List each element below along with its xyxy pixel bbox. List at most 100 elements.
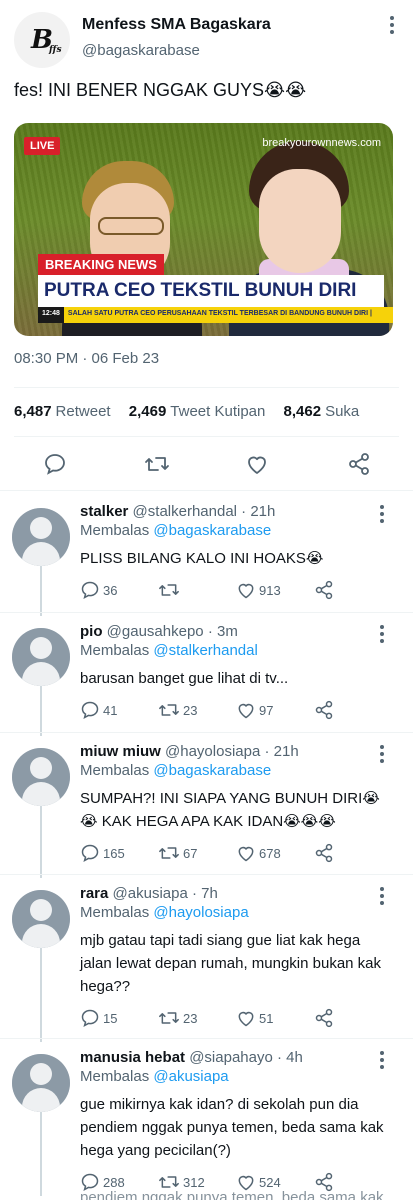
reply-display-name[interactable]: rara	[80, 885, 108, 902]
replying-to-link[interactable]: @akusiapa	[153, 1068, 228, 1085]
reply-avatar[interactable]	[12, 508, 70, 566]
like-icon[interactable]	[245, 452, 269, 476]
like-icon	[238, 583, 254, 599]
replying-to-line: Membalas @bagaskarabase	[80, 522, 271, 539]
like-count: 97	[259, 702, 274, 718]
retweet-icon	[159, 847, 179, 859]
reply-avatar[interactable]	[12, 748, 70, 806]
replying-to-line: Membalas @bagaskarabase	[80, 762, 271, 779]
thread-line	[40, 562, 42, 616]
reply-icon	[81, 1009, 99, 1028]
thread-line	[40, 944, 42, 1042]
default-avatar-shape	[30, 517, 52, 539]
reply-count: 41	[103, 702, 118, 718]
reply-display-name[interactable]: manusia hebat	[80, 1049, 185, 1066]
reply-user-line: manusia hebat @siapahayo · 4h	[80, 1049, 303, 1066]
tweet-action-bar	[0, 450, 413, 478]
reply-time: 4h	[286, 1049, 303, 1066]
reply-avatar[interactable]	[12, 890, 70, 948]
reply-retweet-button[interactable]: 23	[158, 700, 197, 720]
replying-to-link[interactable]: @stalkerhandal	[153, 642, 257, 659]
more-options-icon[interactable]	[379, 745, 385, 766]
replying-prefix: Membalas	[80, 522, 150, 539]
reply-display-name[interactable]: pio	[80, 623, 103, 640]
reply-handle[interactable]: @gausahkepo	[107, 623, 204, 640]
reply-share-button[interactable]	[314, 700, 334, 720]
reply-retweet-button[interactable]: 23	[158, 1008, 197, 1028]
like-count: 524	[259, 1174, 281, 1190]
more-options-icon[interactable]	[379, 887, 385, 908]
reply-time: 21h	[273, 743, 299, 760]
more-options-icon[interactable]	[379, 1051, 385, 1072]
default-avatar-shape	[30, 757, 52, 779]
reply-reply-button[interactable]: 15	[80, 1008, 117, 1028]
more-options-icon[interactable]	[379, 625, 385, 646]
reply-reply-button[interactable]: 36	[80, 580, 117, 600]
reply-retweet-button[interactable]	[158, 580, 183, 600]
share-icon	[315, 700, 333, 720]
more-options-icon[interactable]	[389, 16, 395, 37]
reply-handle[interactable]: @hayolosiapa	[165, 743, 260, 760]
reply-time: 21h	[250, 503, 276, 520]
reply-reply-button[interactable]: 165	[80, 843, 125, 863]
default-avatar-shape	[30, 899, 52, 921]
reply-text: gue mikirnya kak idan? di sekolah pun di…	[80, 1096, 384, 1159]
reply-user-line: miuw miuw @hayolosiapa · 21h	[80, 743, 299, 760]
replying-to-link[interactable]: @bagaskarabase	[153, 522, 271, 539]
more-options-icon[interactable]	[379, 505, 385, 526]
reply-display-name[interactable]: stalker	[80, 503, 128, 520]
reply-handle[interactable]: @akusiapa	[113, 885, 188, 902]
reply-avatar[interactable]	[12, 1054, 70, 1112]
divider	[14, 436, 399, 437]
replying-to-line: Membalas @hayolosiapa	[80, 904, 249, 921]
reply-separator	[0, 874, 413, 875]
reply-count: 15	[103, 1010, 118, 1026]
reply-like-button[interactable]: 51	[236, 1008, 273, 1028]
share-icon[interactable]	[347, 452, 371, 476]
reply-text: PLISS BILANG KALO INI HOAKS😭	[80, 550, 324, 567]
retweet-icon	[159, 1012, 179, 1024]
reply-display-name[interactable]: miuw miuw	[80, 743, 161, 760]
like-count: 913	[259, 582, 281, 598]
reply-handle[interactable]: @stalkerhandal	[133, 503, 237, 520]
author-avatar[interactable]: Bffs	[14, 12, 70, 68]
reply-user-line: rara @akusiapa · 7h	[80, 885, 218, 902]
tweet-header: Bffs Menfess SMA Bagaskara @bagaskarabas…	[0, 0, 413, 74]
ticker-text: SALAH SATU PUTRA CEO PERUSAHAAN TEKSTIL …	[67, 310, 372, 317]
reply-dot: ·	[264, 743, 270, 760]
share-icon	[315, 1008, 333, 1028]
retweet-stat[interactable]: 6,487 Retweet	[14, 403, 111, 420]
quote-stat[interactable]: 2,469 Tweet Kutipan	[129, 403, 266, 420]
divider	[0, 490, 413, 491]
reply-avatar[interactable]	[12, 628, 70, 686]
retweet-count: 23	[183, 702, 198, 718]
reply-like-button[interactable]: 97	[236, 700, 273, 720]
retweet-icon[interactable]	[144, 452, 170, 476]
like-stat[interactable]: 8,462 Suka	[284, 403, 360, 420]
reply-like-button[interactable]: 678	[236, 843, 281, 863]
author-handle[interactable]: @bagaskarabase	[82, 42, 200, 59]
reply-share-button[interactable]	[314, 843, 334, 863]
reply-handle[interactable]: @siapahayo	[189, 1049, 273, 1066]
replying-to-link[interactable]: @hayolosiapa	[153, 904, 248, 921]
replying-prefix: Membalas	[80, 762, 150, 779]
replying-to-line: Membalas @akusiapa	[80, 1068, 229, 1085]
tweet-media-image[interactable]: LIVE breakyourownnews.com BREAKING NEWS …	[14, 123, 393, 336]
reply-like-button[interactable]: 913	[236, 580, 281, 600]
news-ticker: 12:48 SALAH SATU PUTRA CEO PERUSAHAAN TEK…	[38, 307, 393, 323]
reply-reply-button[interactable]: 41	[80, 700, 117, 720]
reply-text: barusan banget gue lihat di tv...	[80, 670, 289, 687]
reply-count: 165	[103, 845, 125, 861]
reply-icon[interactable]	[43, 452, 67, 476]
reply-dot: ·	[241, 503, 247, 520]
thread-line	[40, 802, 42, 878]
news-headline: PUTRA CEO TEKSTIL BUNUH DIRI	[38, 275, 384, 307]
retweet-count: 23	[183, 1010, 198, 1026]
reply-share-button[interactable]	[314, 580, 334, 600]
author-name[interactable]: Menfess SMA Bagaskara	[82, 16, 271, 34]
reply-retweet-button[interactable]: 67	[158, 843, 197, 863]
reply-count: 36	[103, 582, 118, 598]
replying-to-line: Membalas @stalkerhandal	[80, 642, 258, 659]
reply-share-button[interactable]	[314, 1008, 334, 1028]
replying-to-link[interactable]: @bagaskarabase	[153, 762, 271, 779]
